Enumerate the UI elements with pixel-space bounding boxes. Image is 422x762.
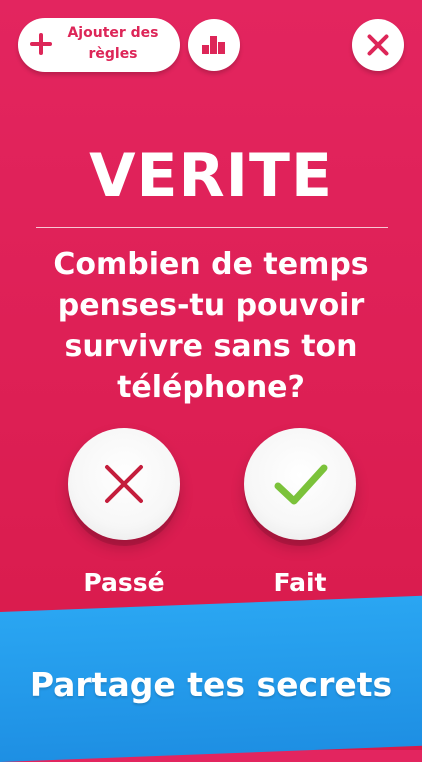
skip-button[interactable] [68, 428, 180, 540]
skip-label: Passé [83, 568, 165, 597]
add-rules-label-line1: Ajouter des [67, 25, 159, 41]
question-line: Combien de temps [53, 247, 369, 282]
add-rules-label-line2: règles [88, 46, 138, 62]
stats-button[interactable] [188, 19, 240, 71]
card-type-title: VERITE [89, 141, 333, 211]
question-line: téléphone? [117, 370, 305, 405]
x-icon [104, 464, 144, 504]
top-toolbar: Ajouter des règles [18, 18, 404, 74]
close-button[interactable] [352, 19, 404, 71]
check-icon [274, 464, 328, 505]
close-icon [366, 33, 390, 57]
done-button[interactable] [244, 428, 356, 540]
add-rules-button[interactable]: Ajouter des règles [18, 18, 180, 72]
skip-choice: Passé -2pts [66, 428, 182, 630]
divider [36, 227, 388, 228]
question-line: survivre sans ton [64, 329, 358, 364]
promo-banner-text: Partage tes secrets [29, 665, 393, 704]
question-line: penses-tu pouvoir [57, 288, 365, 323]
plus-icon [30, 33, 52, 55]
question-text: Combien de temps penses-tu pouvoir survi… [30, 244, 392, 408]
done-label: Fait [273, 568, 327, 597]
add-rules-label: Ajouter des règles [54, 23, 172, 65]
bar-chart-icon [202, 36, 226, 54]
